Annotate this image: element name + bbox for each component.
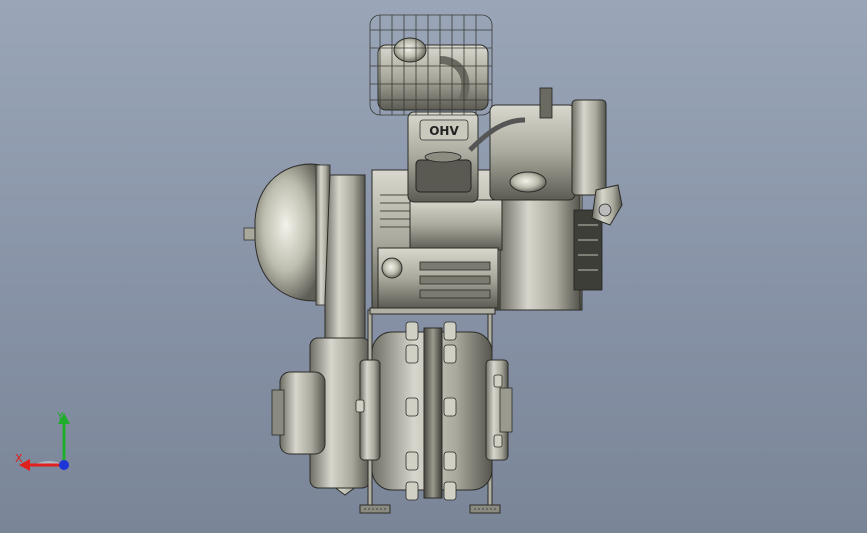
- cad-viewport[interactable]: OHV Y X: [0, 0, 867, 533]
- valve-cover[interactable]: OHV: [407, 111, 479, 203]
- z-axis-dot: [59, 460, 69, 470]
- lower-pulley[interactable]: [271, 337, 371, 489]
- fuel-tank[interactable]: [377, 37, 489, 111]
- foot-springs: [359, 504, 501, 514]
- carburetor[interactable]: [377, 247, 499, 309]
- x-axis-label: X: [15, 452, 23, 465]
- orientation-triad[interactable]: Y X: [12, 410, 82, 480]
- dome-cover[interactable]: [243, 163, 331, 306]
- engine-pump-model[interactable]: OHV: [0, 0, 867, 533]
- pump-body[interactable]: [359, 327, 513, 499]
- y-axis-label: Y: [56, 410, 64, 423]
- ohv-badge: OHV: [429, 124, 459, 138]
